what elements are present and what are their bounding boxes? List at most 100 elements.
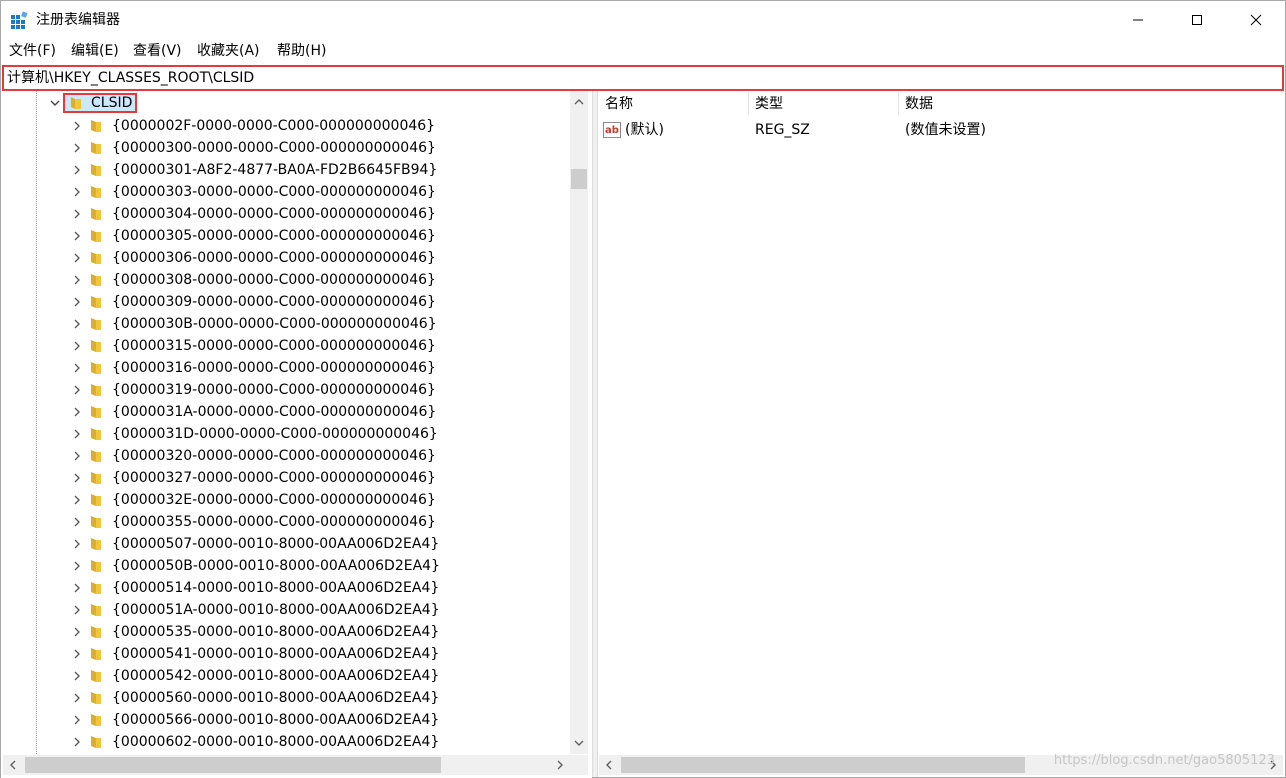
chevron-right-icon[interactable] [71, 538, 83, 550]
chevron-right-icon[interactable] [71, 560, 83, 572]
tree-node[interactable]: {00000320-0000-0000-C000-000000000046} [1, 445, 571, 467]
chevron-right-icon[interactable] [71, 626, 83, 638]
tree-node[interactable]: {00000327-0000-0000-C000-000000000046} [1, 467, 571, 489]
chevron-right-icon[interactable] [71, 164, 83, 176]
chevron-right-icon[interactable] [71, 428, 83, 440]
chevron-right-icon[interactable] [71, 736, 83, 748]
tree-node[interactable]: {00000305-0000-0000-C000-000000000046} [1, 225, 571, 247]
tree-node-clsid[interactable]: CLSID [1, 93, 571, 113]
value-row[interactable]: ab (默认) REG_SZ (数值未设置) [598, 119, 1284, 141]
chevron-down-icon[interactable] [49, 97, 61, 109]
scroll-thumb[interactable] [25, 757, 441, 773]
minimize-button[interactable] [1109, 1, 1167, 39]
chevron-right-icon[interactable] [71, 582, 83, 594]
tree-node[interactable]: {00000300-0000-0000-C000-000000000046} [1, 137, 571, 159]
menu-edit[interactable]: 编辑(E) [71, 42, 119, 60]
menu-file[interactable]: 文件(F) [9, 42, 56, 60]
tree-node[interactable]: {0000051A-0000-0010-8000-00AA006D2EA4} [1, 599, 571, 621]
tree-horizontal-scrollbar[interactable] [3, 755, 570, 775]
chevron-right-icon[interactable] [71, 670, 83, 682]
chevron-right-icon[interactable] [71, 208, 83, 220]
menu-view[interactable]: 查看(V) [133, 42, 182, 60]
tree-node-label: {00000327-0000-0000-C000-000000000046} [112, 470, 436, 486]
address-bar[interactable]: 计算机\HKEY_CLASSES_ROOT\CLSID [2, 65, 1284, 91]
tree-node-label: {0000032E-0000-0000-C000-000000000046} [112, 492, 436, 508]
folder-icon [91, 538, 101, 550]
menu-favorites[interactable]: 收藏夹(A) [197, 42, 260, 60]
chevron-right-icon[interactable] [71, 186, 83, 198]
tree-vertical-scrollbar[interactable] [570, 91, 588, 754]
tree-node-label: {00000514-0000-0010-8000-00AA006D2EA4} [112, 580, 440, 596]
tree-node[interactable]: {00000316-0000-0000-C000-000000000046} [1, 357, 571, 379]
tree-node[interactable]: {00000507-0000-0010-8000-00AA006D2EA4} [1, 533, 571, 555]
tree-node-label: {00000303-0000-0000-C000-000000000046} [112, 184, 436, 200]
column-header-name[interactable]: 名称 [605, 91, 633, 117]
tree-node-label: {00000309-0000-0000-C000-000000000046} [112, 294, 436, 310]
tree-node-label: {0000031D-0000-0000-C000-000000000046} [112, 426, 438, 442]
tree-node[interactable]: {00000309-0000-0000-C000-000000000046} [1, 291, 571, 313]
tree-node-label: {00000355-0000-0000-C000-000000000046} [112, 514, 436, 530]
chevron-right-icon[interactable] [71, 648, 83, 660]
chevron-right-icon[interactable] [71, 604, 83, 616]
tree-node[interactable]: {00000355-0000-0000-C000-000000000046} [1, 511, 571, 533]
tree-node[interactable]: {0000030B-0000-0000-C000-000000000046} [1, 313, 571, 335]
folder-icon [91, 516, 101, 528]
close-button[interactable] [1227, 1, 1285, 39]
minimize-icon [1133, 19, 1143, 21]
tree-node[interactable]: {00000308-0000-0000-C000-000000000046} [1, 269, 571, 291]
chevron-right-icon[interactable] [71, 516, 83, 528]
tree-node[interactable]: {00000304-0000-0000-C000-000000000046} [1, 203, 571, 225]
chevron-right-icon[interactable] [71, 142, 83, 154]
chevron-right-icon[interactable] [71, 450, 83, 462]
chevron-right-icon[interactable] [71, 714, 83, 726]
chevron-left-icon [606, 760, 612, 770]
tree-node[interactable]: {0000032E-0000-0000-C000-000000000046} [1, 489, 571, 511]
folder-icon [91, 296, 101, 308]
chevron-right-icon[interactable] [71, 362, 83, 374]
folder-icon [91, 494, 101, 506]
chevron-right-icon[interactable] [71, 230, 83, 242]
menu-help[interactable]: 帮助(H) [277, 42, 326, 60]
chevron-right-icon[interactable] [71, 494, 83, 506]
chevron-right-icon[interactable] [71, 472, 83, 484]
tree-node[interactable]: {00000535-0000-0010-8000-00AA006D2EA4} [1, 621, 571, 643]
column-divider[interactable] [898, 93, 899, 115]
maximize-button[interactable] [1168, 1, 1226, 39]
scroll-down-button[interactable] [570, 732, 588, 754]
scroll-left-button[interactable] [599, 755, 619, 775]
tree-node[interactable]: {00000566-0000-0010-8000-00AA006D2EA4} [1, 709, 571, 731]
tree-node[interactable]: {0000050B-0000-0010-8000-00AA006D2EA4} [1, 555, 571, 577]
scroll-thumb[interactable] [571, 169, 587, 189]
tree-node[interactable]: {0000031D-0000-0000-C000-000000000046} [1, 423, 571, 445]
folder-icon [91, 406, 101, 418]
tree-node[interactable]: {00000301-A8F2-4877-BA0A-FD2B6645FB94} [1, 159, 571, 181]
chevron-right-icon[interactable] [71, 120, 83, 132]
chevron-right-icon[interactable] [71, 384, 83, 396]
tree-node[interactable]: {00000315-0000-0000-C000-000000000046} [1, 335, 571, 357]
column-header-type[interactable]: 类型 [755, 91, 783, 117]
tree-node[interactable]: {0000002F-0000-0000-C000-000000000046} [1, 115, 571, 137]
column-divider[interactable] [748, 93, 749, 115]
tree-node[interactable]: {00000541-0000-0010-8000-00AA006D2EA4} [1, 643, 571, 665]
chevron-right-icon[interactable] [71, 274, 83, 286]
scroll-up-button[interactable] [570, 91, 588, 113]
tree-node[interactable]: {0000031A-0000-0000-C000-000000000046} [1, 401, 571, 423]
chevron-right-icon[interactable] [71, 318, 83, 330]
tree-node[interactable]: {00000514-0000-0010-8000-00AA006D2EA4} [1, 577, 571, 599]
tree-node[interactable]: {00000560-0000-0010-8000-00AA006D2EA4} [1, 687, 571, 709]
scroll-right-button[interactable] [550, 755, 570, 775]
tree-node[interactable]: {00000319-0000-0000-C000-000000000046} [1, 379, 571, 401]
column-header-data[interactable]: 数据 [905, 91, 933, 117]
tree-node[interactable]: {00000303-0000-0000-C000-000000000046} [1, 181, 571, 203]
chevron-right-icon[interactable] [71, 296, 83, 308]
chevron-right-icon[interactable] [71, 406, 83, 418]
chevron-right-icon[interactable] [71, 692, 83, 704]
chevron-right-icon[interactable] [71, 252, 83, 264]
tree-node[interactable]: {00000542-0000-0010-8000-00AA006D2EA4} [1, 665, 571, 687]
tree-node[interactable]: {00000602-0000-0010-8000-00AA006D2EA4} [1, 731, 571, 753]
tree-node[interactable]: {00000306-0000-0000-C000-000000000046} [1, 247, 571, 269]
tree-node-label: {00000316-0000-0000-C000-000000000046} [112, 360, 436, 376]
chevron-right-icon[interactable] [71, 340, 83, 352]
scroll-thumb[interactable] [621, 757, 1025, 773]
scroll-left-button[interactable] [3, 755, 23, 775]
